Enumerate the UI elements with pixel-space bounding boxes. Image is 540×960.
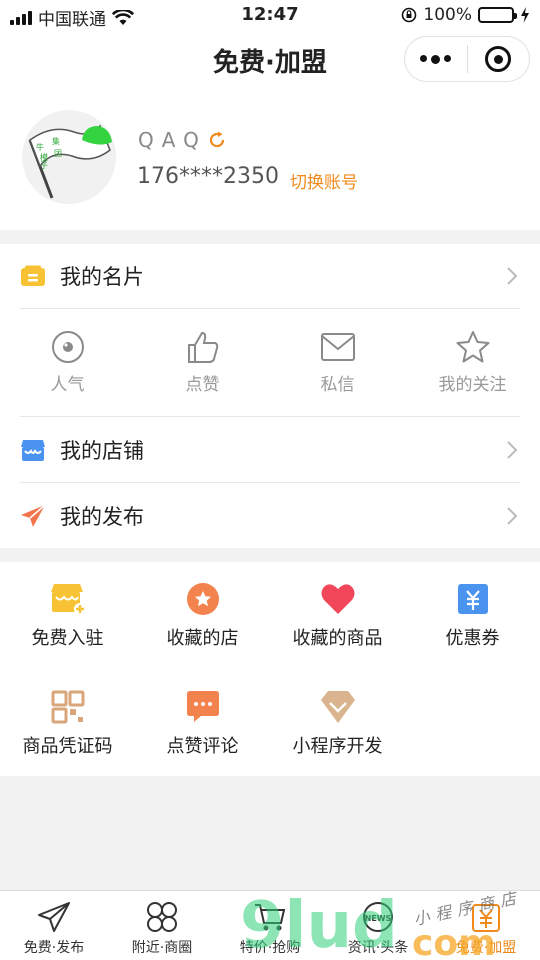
voucher-code-item[interactable]: 商品凭证码 [0, 690, 135, 758]
nav-bar: 免费·加盟 [0, 30, 540, 90]
refresh-icon[interactable] [207, 130, 227, 150]
status-bar: 中国联通 12:47 100% [0, 0, 540, 30]
tab-join[interactable]: 免费·加盟 [432, 891, 540, 960]
my-business-card-label: 我的名片 [60, 265, 144, 289]
svg-text:集: 集 [52, 136, 60, 146]
stat-popularity[interactable]: 人气 [0, 310, 135, 416]
tab-label: 免费·发布 [23, 940, 85, 956]
tab-label: 免费·加盟 [455, 940, 517, 956]
stat-likes[interactable]: 点赞 [135, 310, 270, 416]
stat-label: 人气 [50, 375, 85, 395]
stat-label: 私信 [320, 375, 355, 395]
my-store-row[interactable]: 我的店铺 [20, 418, 520, 482]
more-options-button[interactable] [405, 54, 467, 64]
cart-icon [255, 904, 286, 931]
my-posts-label: 我的发布 [60, 505, 144, 529]
flag-logo-icon: 牛 集 模 团 子 [28, 124, 112, 199]
tab-label: 资讯·头条 [347, 940, 409, 956]
mini-program-dev-item[interactable]: 小程序开发 [270, 690, 405, 758]
svg-text:子: 子 [40, 161, 48, 170]
star-icon [456, 331, 489, 363]
likes-comments-item[interactable]: 点赞评论 [135, 690, 270, 758]
paper-plane-icon [21, 504, 46, 527]
tab-news[interactable]: NEWS 资讯·头条 [324, 891, 432, 960]
tab-deals[interactable]: 特价·抢购 [216, 891, 324, 960]
stat-label: 点赞 [185, 375, 220, 395]
grid-label: 点赞评论 [166, 736, 239, 757]
stat-messages[interactable]: 私信 [270, 310, 405, 416]
tab-label: 附近·商圈 [131, 940, 193, 956]
flag-text: 牛 [36, 142, 44, 152]
my-posts-row[interactable]: 我的发布 [20, 484, 520, 548]
nickname-row: QAQ [138, 128, 227, 152]
switch-account-link[interactable]: 切换账号 [290, 168, 358, 193]
tab-bar: 免费·发布 附近·商圈 特价·抢购 NEWS 资讯·头条 免费·加盟 [0, 890, 540, 960]
nickname: QAQ [138, 128, 207, 152]
mini-program-capsule [404, 36, 530, 82]
divider [20, 416, 520, 417]
favorite-stores-item[interactable]: 收藏的店 [135, 582, 270, 650]
profile-header: 牛 集 模 团 子 QAQ 176****2350 切换账号 [0, 90, 540, 230]
star-circle-icon [186, 583, 219, 615]
comment-icon [186, 691, 219, 722]
grid-label: 小程序开发 [292, 736, 383, 757]
close-mini-program-button[interactable] [467, 46, 529, 72]
tab-free-post[interactable]: 免费·发布 [0, 891, 108, 960]
orientation-lock-icon [402, 7, 417, 23]
id-card-icon [21, 265, 45, 286]
store-icon [21, 440, 45, 461]
free-join-item[interactable]: 免费入驻 [0, 582, 135, 650]
favorite-products-item[interactable]: 收藏的商品 [270, 582, 405, 650]
svg-text:团: 团 [54, 149, 62, 158]
my-store-label: 我的店铺 [60, 439, 144, 463]
grid-label: 收藏的店 [166, 628, 239, 649]
yuan-tag-icon [472, 904, 500, 932]
mail-icon [320, 333, 355, 361]
coupons-item[interactable]: 优惠券 [405, 582, 540, 650]
menu-card: 我的名片 人气 点赞 私信 我的关注 我的店铺 我的发布 [0, 244, 540, 548]
chevron-right-icon [507, 441, 518, 459]
chevron-right-icon [507, 507, 518, 525]
coupon-icon [457, 584, 488, 614]
grid-label: 免费入驻 [31, 628, 104, 649]
qr-code-icon [51, 690, 84, 724]
stat-label: 我的关注 [438, 375, 507, 395]
eye-icon [51, 331, 84, 363]
stat-following[interactable]: 我的关注 [405, 310, 540, 416]
target-icon [485, 46, 512, 72]
phone-number: 176****2350 [137, 164, 279, 189]
store-add-icon [50, 584, 86, 615]
battery-percent: 100% [423, 5, 472, 25]
news-badge-text: NEWS [365, 914, 392, 923]
news-icon: NEWS [363, 902, 393, 932]
grid-label: 优惠券 [445, 628, 500, 649]
divider [20, 308, 520, 309]
stats-row: 人气 点赞 私信 我的关注 [0, 310, 540, 416]
chevron-right-icon [507, 267, 518, 285]
grid-label: 收藏的商品 [292, 628, 383, 649]
status-right: 100% [401, 5, 530, 25]
my-business-card-row[interactable]: 我的名片 [20, 244, 520, 308]
tab-label: 特价·抢购 [239, 940, 301, 956]
tab-nearby[interactable]: 附近·商圈 [108, 891, 216, 960]
clover-icon [147, 902, 177, 932]
thumbs-up-icon [187, 331, 218, 363]
charging-icon [521, 7, 529, 23]
paper-plane-icon [38, 902, 70, 932]
avatar[interactable]: 牛 集 模 团 子 [22, 110, 116, 204]
grid-label: 商品凭证码 [22, 736, 113, 757]
battery-icon [478, 7, 517, 23]
diamond-icon [320, 691, 355, 723]
heart-icon [321, 584, 354, 614]
features-grid: 免费入驻 收藏的店 收藏的商品 优惠券 商品凭证码 点赞评论 小程序开发 [0, 562, 540, 776]
divider [20, 482, 520, 483]
